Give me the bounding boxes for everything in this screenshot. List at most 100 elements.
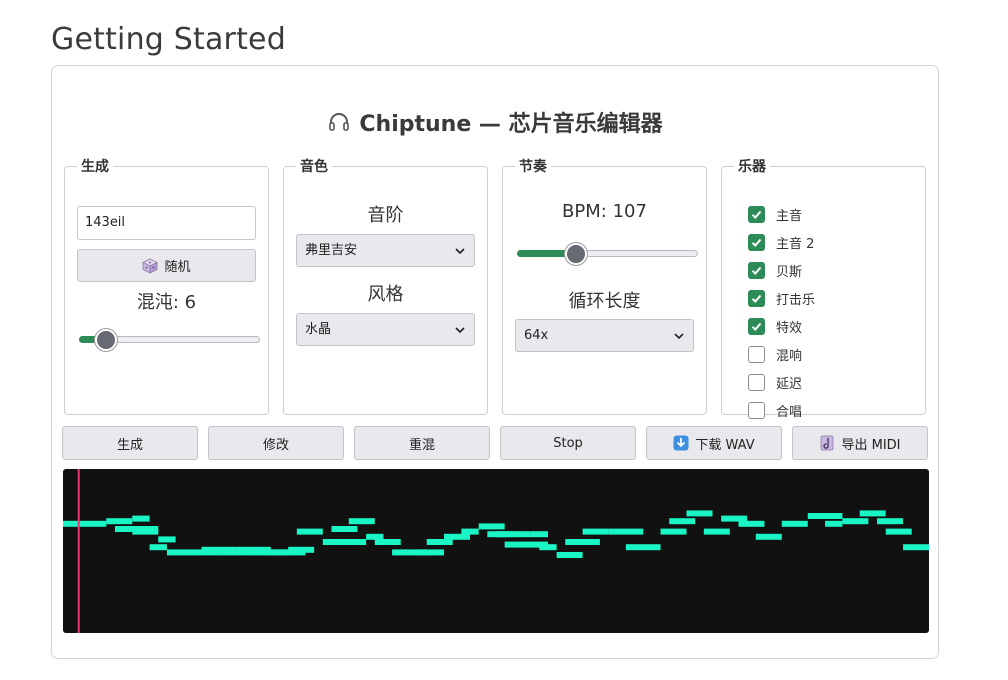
style-label: 风格 — [367, 284, 404, 305]
bpm-label: BPM: 107 — [562, 201, 647, 222]
app-title-text: Chiptune — 芯片音乐编辑器 — [359, 112, 663, 137]
instrument-checkbox[interactable] — [748, 345, 765, 363]
stop-button-label: Stop — [553, 435, 583, 451]
download-arrow-icon — [673, 435, 689, 451]
checkmark-icon — [751, 322, 762, 331]
note-bar — [504, 541, 522, 548]
instrument-row[interactable]: 主音 2 — [748, 228, 815, 256]
note-bar — [149, 544, 167, 551]
note-bar — [755, 533, 782, 540]
instrument-row[interactable]: 打击乐 — [748, 284, 815, 312]
modify-button-label: 修改 — [262, 437, 289, 453]
instrument-label: 主音 — [776, 208, 803, 224]
note-bar — [322, 539, 367, 545]
loop-length-select[interactable]: 64x — [515, 319, 694, 352]
instrument-row[interactable]: 混响 — [748, 340, 815, 368]
chaos-slider[interactable] — [79, 329, 260, 351]
instrument-row[interactable]: 合唱 — [748, 396, 815, 424]
note-bar — [565, 539, 600, 545]
seed-input[interactable]: 143eil — [77, 206, 256, 240]
note-bar — [703, 528, 730, 535]
note-bar — [426, 539, 453, 545]
note-bar — [877, 518, 904, 525]
scale-select[interactable]: 弗里吉安 — [296, 234, 475, 267]
style-select[interactable]: 水晶 — [296, 313, 475, 346]
rhythm-legend: 节奏 — [519, 159, 547, 175]
bpm-slider-thumb[interactable] — [565, 243, 587, 265]
export-midi-button[interactable]: 导出 MIDI — [792, 426, 928, 460]
note-bar — [582, 528, 609, 535]
instrument-label: 主音 2 — [776, 236, 815, 252]
checkmark-icon — [751, 238, 762, 247]
note-bar — [296, 528, 323, 535]
note-bar — [842, 518, 869, 525]
bpm-slider[interactable] — [517, 243, 698, 265]
random-button-label: 随机 — [164, 260, 191, 275]
chaos-label: 混沌: 6 — [136, 292, 197, 313]
piano-roll-visualizer[interactable] — [63, 469, 929, 633]
note-bar — [158, 536, 176, 543]
instrument-checkbox[interactable] — [748, 205, 765, 223]
instrument-checkbox[interactable] — [748, 317, 765, 335]
scale-label: 音阶 — [367, 205, 404, 226]
note-bar — [530, 531, 548, 538]
instrument-row[interactable]: 主音 — [748, 200, 815, 228]
note-bar — [556, 552, 583, 558]
headphones-icon — [329, 113, 350, 131]
instrument-row[interactable]: 特效 — [748, 312, 815, 340]
modify-button[interactable]: 修改 — [208, 426, 344, 460]
note-bar — [444, 533, 471, 540]
generate-panel: 生成 143eil 随机 混沌: 6 — [64, 156, 269, 415]
instrument-checkbox[interactable] — [748, 373, 765, 391]
instrument-row[interactable]: 延迟 — [748, 368, 815, 396]
note-bar — [331, 526, 358, 532]
note-bar — [738, 520, 765, 527]
chevron-down-icon — [455, 248, 465, 255]
chevron-down-icon — [455, 327, 465, 334]
instrument-checkbox[interactable] — [748, 233, 765, 251]
piano-roll-canvas — [63, 469, 929, 633]
note-bar — [859, 510, 886, 517]
instrument-checkbox[interactable] — [748, 289, 765, 307]
instrument-checkbox[interactable] — [748, 261, 765, 279]
download-wav-button[interactable]: 下载 WAV — [646, 426, 782, 460]
random-button[interactable]: 随机 — [77, 249, 256, 282]
note-bar — [461, 528, 479, 535]
instrument-checkbox[interactable] — [748, 401, 765, 419]
export-midi-label: 导出 MIDI — [841, 437, 901, 453]
note-bar — [63, 520, 107, 527]
note-bar — [825, 520, 843, 527]
note-bar — [132, 515, 150, 522]
instrument-label: 打击乐 — [776, 292, 816, 308]
playhead[interactable] — [77, 469, 80, 633]
checkmark-icon — [751, 210, 762, 219]
note-bar — [686, 510, 713, 517]
instrument-label: 贝斯 — [776, 264, 803, 280]
music-score-icon — [821, 435, 834, 451]
note-bar — [132, 528, 159, 535]
note-bar — [625, 544, 661, 551]
note-bar — [807, 513, 843, 519]
stop-button[interactable]: Stop — [500, 426, 636, 460]
style-select-value: 水晶 — [305, 322, 332, 337]
chaos-slider-thumb[interactable] — [95, 329, 117, 351]
loop-length-label: 循环长度 — [568, 291, 641, 312]
remix-button[interactable]: 重混 — [354, 426, 490, 460]
scale-select-value: 弗里吉安 — [305, 243, 358, 258]
note-bar — [903, 544, 929, 551]
note-bar — [106, 518, 133, 525]
timbre-legend: 音色 — [300, 159, 328, 175]
chevron-down-icon — [674, 333, 684, 340]
app-title: Chiptune — 芯片音乐编辑器 — [52, 106, 938, 138]
remix-button-label: 重混 — [408, 437, 435, 453]
note-bar — [539, 544, 557, 551]
note-bar — [348, 518, 375, 525]
note-bar — [288, 546, 315, 553]
generate-button[interactable]: 生成 — [62, 426, 198, 460]
instrument-row[interactable]: 贝斯 — [748, 256, 815, 284]
instrument-list: 主音主音 2 贝斯打击乐特效 混响 延迟合唱 — [748, 200, 815, 424]
generate-legend: 生成 — [81, 159, 109, 175]
instrument-label: 合唱 — [776, 404, 803, 420]
note-bar — [366, 533, 384, 540]
note-bar — [885, 528, 912, 535]
